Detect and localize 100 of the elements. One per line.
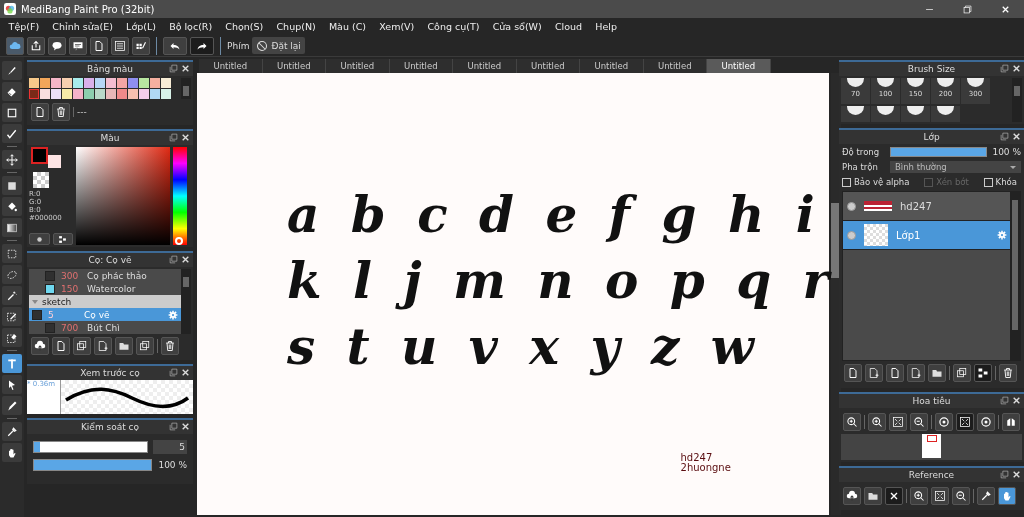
document-tab[interactable]: Untitled <box>643 59 707 73</box>
selection-tool[interactable] <box>2 244 22 263</box>
slider[interactable] <box>33 441 148 453</box>
color-swatch[interactable] <box>150 89 160 99</box>
close-button[interactable] <box>1012 64 1021 73</box>
visibility-toggle[interactable] <box>847 230 856 240</box>
text-tool[interactable] <box>2 354 22 373</box>
selection-pen-tool[interactable] <box>2 307 22 326</box>
brush-tool[interactable] <box>2 61 22 80</box>
color-swatch[interactable] <box>40 89 50 99</box>
document-button[interactable] <box>52 337 70 355</box>
grid-button[interactable] <box>132 36 150 55</box>
float-button[interactable] <box>1000 470 1009 479</box>
layer-item[interactable]: hd247 <box>843 192 1010 221</box>
visibility-toggle[interactable] <box>847 201 856 211</box>
folder-button[interactable] <box>928 364 946 382</box>
duplicate-button[interactable] <box>953 364 971 382</box>
color-swatch[interactable] <box>62 78 72 88</box>
move-tool[interactable] <box>2 150 22 169</box>
color-swatch[interactable] <box>128 89 138 99</box>
foreground-color-swatch[interactable] <box>31 147 48 164</box>
close-button[interactable] <box>1012 396 1021 405</box>
menu-item[interactable]: Tệp(F) <box>2 21 46 32</box>
selection-eraser-tool[interactable] <box>2 328 22 347</box>
bucket-tool[interactable] <box>2 197 22 216</box>
eyedropper-button[interactable] <box>977 487 995 505</box>
document-button[interactable] <box>886 364 904 382</box>
checkbox[interactable]: Bảo vệ alpha <box>842 177 910 187</box>
trash-button[interactable] <box>161 337 179 355</box>
square-tool[interactable] <box>2 176 22 195</box>
scrollbar[interactable] <box>181 78 191 99</box>
slider[interactable] <box>33 459 152 471</box>
color-swatch[interactable] <box>51 78 61 88</box>
float-button[interactable] <box>169 422 178 431</box>
zoom-out-button[interactable] <box>910 413 928 431</box>
color-swatch[interactable] <box>106 89 116 99</box>
color-swatch[interactable] <box>73 89 83 99</box>
new-page-button[interactable] <box>907 364 925 382</box>
zoom-out-button[interactable] <box>952 487 970 505</box>
close-button[interactable] <box>181 64 190 73</box>
folder-button[interactable] <box>864 487 882 505</box>
float-button[interactable] <box>1000 132 1009 141</box>
menu-item[interactable]: Cửa sổ(W) <box>486 21 549 32</box>
document-tab[interactable]: Untitled <box>262 59 326 73</box>
scrollbar[interactable] <box>181 269 191 334</box>
menu-item[interactable]: Cloud <box>548 21 589 32</box>
color-swatch[interactable] <box>40 78 50 88</box>
color-swatch[interactable] <box>161 78 171 88</box>
background-color-swatch[interactable] <box>48 155 61 168</box>
scrollbar[interactable] <box>1010 192 1020 360</box>
color-swatch[interactable] <box>128 78 138 88</box>
brush-size-option[interactable] <box>841 105 870 122</box>
menu-item[interactable]: Chụp(N) <box>269 21 323 32</box>
brush-item[interactable]: 150 Watercolor <box>29 282 181 295</box>
scrollbar[interactable] <box>1012 78 1022 122</box>
checkbox[interactable]: Khóa <box>983 177 1017 187</box>
color-swatch[interactable] <box>150 78 160 88</box>
document-tab[interactable]: Untitled <box>326 59 390 73</box>
document-tab[interactable]: Untitled <box>516 59 580 73</box>
color-swatch[interactable] <box>161 89 171 99</box>
transparent-color-swatch[interactable] <box>33 172 49 188</box>
rectangle-tool[interactable] <box>2 103 22 122</box>
brush-item[interactable]: 700 Bút Chì <box>29 321 181 334</box>
brush-group[interactable]: sketch <box>29 295 181 308</box>
menu-item[interactable]: Bộ lọc(R) <box>162 21 219 32</box>
close-button[interactable] <box>1012 132 1021 141</box>
cross-button[interactable] <box>885 487 903 505</box>
color-swatch[interactable] <box>95 89 105 99</box>
color-field[interactable] <box>76 147 170 245</box>
document-tab[interactable]: Untitled <box>707 59 771 73</box>
redo-button[interactable] <box>190 36 214 55</box>
new-page-button[interactable] <box>94 337 112 355</box>
color-swatch[interactable] <box>29 89 39 99</box>
float-button[interactable] <box>1000 396 1009 405</box>
color-swatch[interactable] <box>73 78 83 88</box>
menu-item[interactable]: Chọn(S) <box>218 21 270 32</box>
color-swatch[interactable] <box>139 78 149 88</box>
color-swatch[interactable] <box>29 78 39 88</box>
menu-item[interactable]: Chỉnh sửa(E) <box>45 21 120 32</box>
magic-wand-tool[interactable] <box>2 286 22 305</box>
color-swatch[interactable] <box>95 78 105 88</box>
cloud-button[interactable] <box>6 36 24 55</box>
pointer-tool[interactable] <box>2 375 22 394</box>
undo-button[interactable] <box>163 36 187 55</box>
blade-tool[interactable] <box>2 396 22 415</box>
document-tab[interactable]: Untitled <box>389 59 453 73</box>
document-button[interactable] <box>31 103 49 121</box>
color-swatch[interactable] <box>84 78 94 88</box>
opacity-slider[interactable] <box>890 147 987 157</box>
eraser-tool[interactable] <box>2 82 22 101</box>
cloud-upload-button[interactable] <box>843 487 861 505</box>
duplicate-button[interactable] <box>73 337 91 355</box>
close-button[interactable] <box>181 255 190 264</box>
menu-item[interactable]: Xem(V) <box>372 21 421 32</box>
brush-size-option[interactable] <box>901 105 930 122</box>
trash-button[interactable] <box>52 103 70 121</box>
document-button[interactable] <box>90 36 108 55</box>
brush-item[interactable]: 300 Cọ phác thảo <box>29 269 181 282</box>
color-swatch[interactable] <box>139 89 149 99</box>
close-button[interactable] <box>181 422 190 431</box>
